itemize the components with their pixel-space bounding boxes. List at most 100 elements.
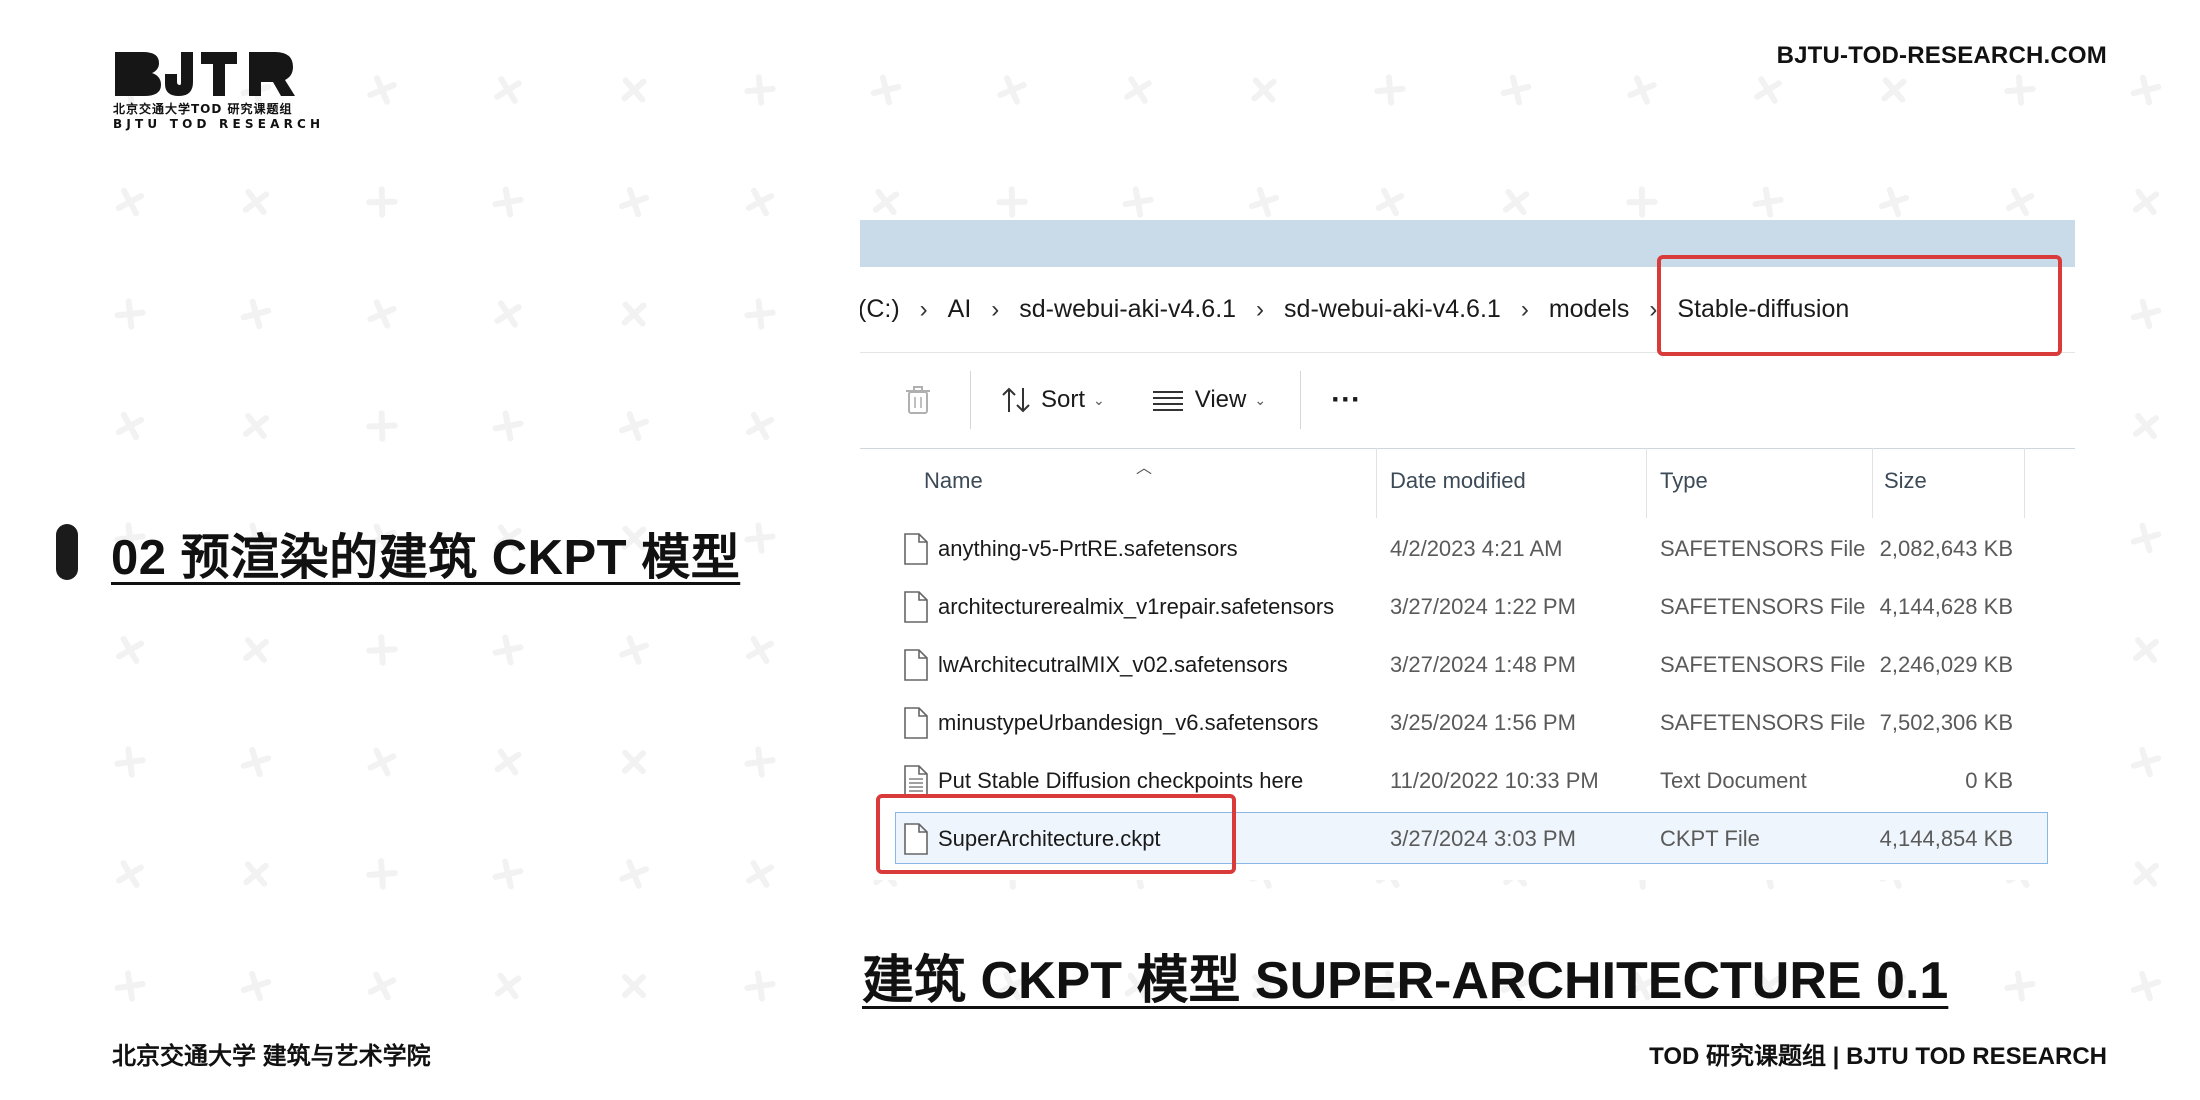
file-row[interactable]: minustypeUrbandesign_v6.safetensors 3/25… [860,694,2075,752]
sort-ascending-icon: ︿ [1136,460,1153,477]
chevron-right-icon: › [1520,295,1529,323]
chevron-down-icon: ⌄ [1093,391,1105,408]
background-cross-icon [369,861,394,886]
column-header-name[interactable]: Name [924,468,983,494]
background-cross-icon [747,77,772,102]
background-cross-icon [625,977,643,995]
file-date: 3/27/2024 1:22 PM [1390,594,1576,619]
toolbar-divider [1300,371,1302,429]
background-cross-icon [496,862,521,887]
file-date: 3/27/2024 3:03 PM [1390,826,1576,851]
column-divider[interactable] [2024,448,2025,518]
file-icon [904,533,928,565]
background-cross-icon [749,863,771,885]
background-cross-icon [2007,973,2032,998]
delete-button[interactable] [906,386,930,414]
section-marker [56,524,78,580]
column-header-date[interactable]: Date modified [1390,468,1526,494]
background-cross-icon [747,749,772,774]
breadcrumb-sd-webui-2[interactable]: sd-webui-aki-v4.6.1 [1282,295,1503,324]
column-divider[interactable] [1646,448,1647,518]
background-cross-icon [498,976,519,997]
background-cross-icon [246,864,266,884]
background-cross-icon [496,638,521,663]
background-cross-icon [246,416,266,436]
text-document-icon [904,765,928,797]
background-cross-icon [625,305,644,324]
file-name: anything-v5-PrtRE.safetensors [938,536,1238,561]
file-size: 7,502,306 KB [1879,710,2013,735]
background-cross-icon [622,862,646,886]
file-name: architecturerealmix_v1repair.safetensors [938,594,1335,619]
file-size: 2,246,029 KB [1879,652,2013,677]
background-cross-icon [1504,78,1529,103]
background-cross-icon [1125,189,1150,214]
breadcrumb-sd-webui-1[interactable]: sd-webui-aki-v4.6.1 [1017,295,1238,324]
column-divider[interactable] [1376,448,1377,518]
background-cross-icon [2136,640,2156,660]
file-explorer-window: (C:) › AI › sd-webui-aki-v4.6.1 › sd-web… [860,220,2075,880]
trash-icon [906,386,930,414]
sort-arrows-icon [1002,387,1030,413]
background-cross-icon [496,414,521,439]
background-cross-icon [370,78,393,101]
background-cross-icon [999,189,1024,214]
background-cross-icon [246,192,266,212]
background-cross-icon [1757,79,1779,101]
file-size: 2,082,643 KB [1879,536,2013,561]
bjtu-tod-logo: 北京交通大学TOD 研究课题组 BJTU TOD RESEARCH [113,52,320,131]
background-cross-icon [876,192,896,212]
background-cross-icon [369,413,394,438]
background-cross-icon [1882,190,1906,214]
background-cross-icon [497,79,519,101]
file-icon [904,707,928,739]
chevron-right-icon: › [991,295,1000,323]
background-cross-icon [2136,864,2156,884]
file-highlight-box [876,794,1236,874]
footer-institution: 北京交通大学 建筑与艺术学院 [112,1043,431,1070]
file-date: 3/25/2024 1:56 PM [1390,710,1576,735]
background-cross-icon [622,414,646,438]
column-header-size[interactable]: Size [1884,468,1927,494]
background-cross-icon [498,752,519,773]
footer-group: TOD 研究课题组 | BJTU TOD RESEARCH [1649,1043,2107,1070]
more-options-button[interactable]: ··· [1331,383,1361,417]
breadcrumb-ai[interactable]: AI [946,295,974,324]
background-cross-icon [747,301,772,326]
chevron-right-icon: › [1256,295,1265,323]
view-button[interactable]: View ⌄ [1152,386,1266,414]
background-cross-icon [2136,192,2156,212]
file-size: 4,144,628 KB [1879,594,2013,619]
column-header-type[interactable]: Type [1660,468,1708,494]
background-cross-icon [2009,191,2031,213]
background-cross-icon [495,189,520,214]
file-name: lwArchitecutralMIX_v02.safetensors [938,652,1288,677]
background-cross-icon [119,191,141,213]
file-row[interactable]: anything-v5-PrtRE.safetensors 4/2/2023 4… [860,520,2075,578]
file-size: 4,144,854 KB [1879,826,2013,851]
breadcrumb-drive[interactable]: (C:) [860,295,902,324]
sort-button[interactable]: Sort ⌄ [1001,386,1105,414]
figure-caption: 建筑 CKPT 模型 SUPER-ARCHITECTURE 0.1 [862,952,1949,1010]
background-cross-icon [2134,750,2158,774]
background-cross-icon [117,749,142,774]
background-cross-icon [117,973,142,998]
background-cross-icon [2134,526,2158,550]
background-cross-icon [749,415,771,437]
background-cross-icon [371,975,394,998]
file-row[interactable]: lwArchitecutralMIX_v02.safetensors 3/27/… [860,636,2075,694]
background-cross-icon [1630,78,1653,101]
file-row[interactable]: architecturerealmix_v1repair.safetensors… [860,578,2075,636]
background-cross-icon [2134,302,2159,327]
file-icon [904,591,928,623]
path-highlight-box [1657,255,2062,356]
background-cross-icon [370,302,393,325]
breadcrumb-models[interactable]: models [1547,295,1632,324]
background-cross-icon [2134,974,2158,998]
background-cross-icon [117,301,142,326]
background-cross-icon [1000,78,1023,101]
column-divider[interactable] [1872,448,1873,518]
background-cross-icon [369,189,394,214]
background-cross-icon [625,753,643,771]
background-cross-icon [1377,77,1402,102]
